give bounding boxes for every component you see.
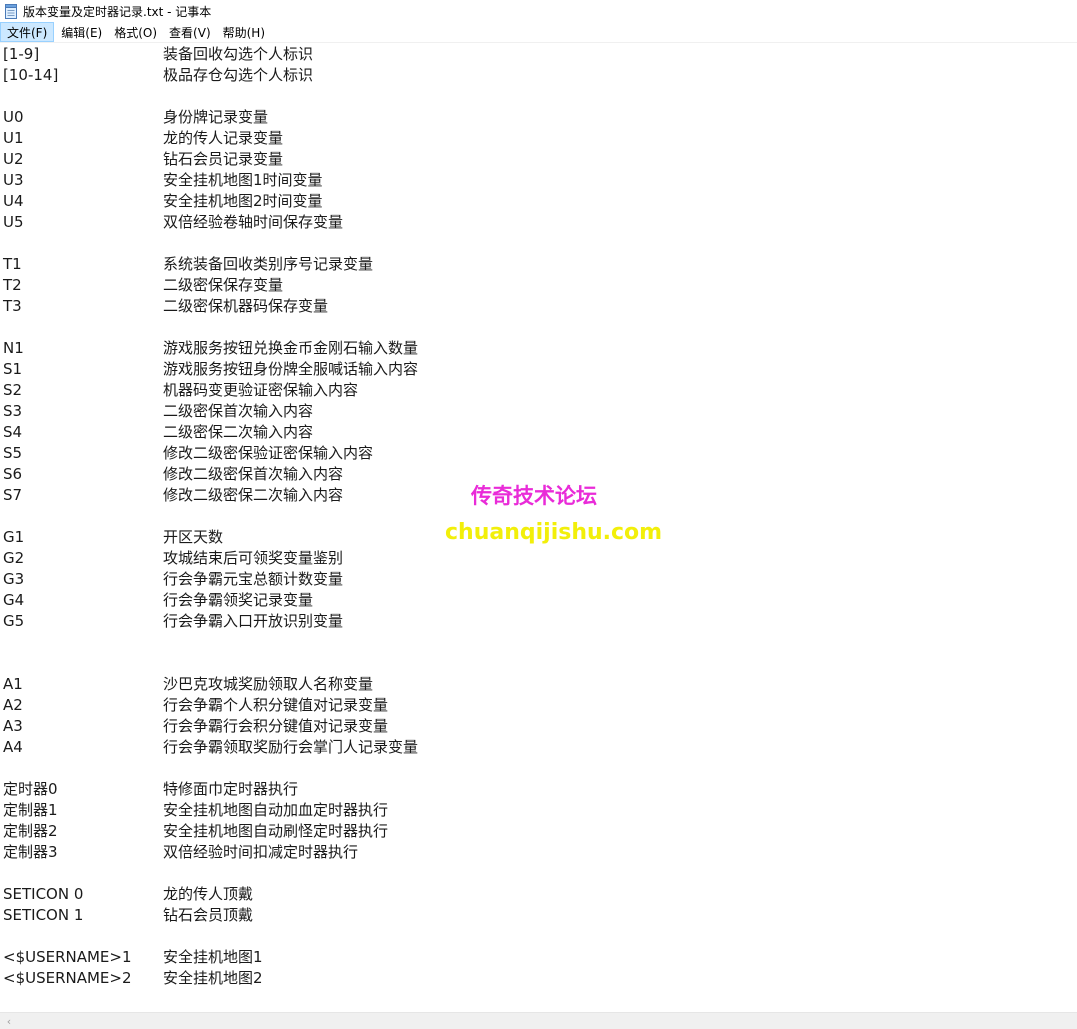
line-value: 装备回收勾选个人标识: [163, 45, 314, 63]
line-value: 龙的传人顶戴: [163, 885, 254, 903]
line-key: A2: [3, 696, 23, 714]
line-value: 机器码变更验证密保输入内容: [163, 381, 359, 399]
line-key: A3: [3, 717, 23, 735]
line-key: G2: [3, 549, 25, 567]
menu-bar: 文件(F) 编辑(E) 格式(O) 查看(V) 帮助(H): [0, 22, 1077, 43]
notepad-icon: [4, 3, 18, 19]
chevron-left-icon[interactable]: ‹: [2, 1014, 16, 1029]
line-key: U3: [3, 171, 24, 189]
line-value: 安全挂机地图1时间变量: [163, 171, 323, 189]
line-key: G1: [3, 528, 25, 546]
line-key: T2: [3, 276, 22, 294]
line-value: 龙的传人记录变量: [163, 129, 284, 147]
line-value: 二级密保首次输入内容: [163, 402, 314, 420]
horizontal-scrollbar[interactable]: ‹: [0, 1012, 1077, 1029]
menu-view[interactable]: 查看(V): [163, 22, 217, 42]
line-value: 行会争霸个人积分键值对记录变量: [163, 696, 389, 714]
menu-help[interactable]: 帮助(H): [217, 22, 271, 42]
line-value: 双倍经验卷轴时间保存变量: [163, 213, 344, 231]
line-value: 身份牌记录变量: [163, 108, 269, 126]
line-value: 游戏服务按钮兑换金币金刚石输入数量: [163, 339, 419, 357]
line-value: 行会争霸领奖记录变量: [163, 591, 314, 609]
line-value: 二级密保二次输入内容: [163, 423, 314, 441]
line-key: A4: [3, 738, 23, 756]
notepad-window: 版本变量及定时器记录.txt - 记事本 文件(F) 编辑(E) 格式(O) 查…: [0, 0, 1077, 1029]
line-key: S6: [3, 465, 23, 483]
line-key: G4: [3, 591, 25, 609]
line-value: 行会争霸入口开放识别变量: [163, 612, 344, 630]
line-key: <$USERNAME>1: [3, 948, 132, 966]
line-key: U1: [3, 129, 24, 147]
line-key: U0: [3, 108, 24, 126]
menu-format[interactable]: 格式(O): [108, 22, 163, 42]
menu-edit[interactable]: 编辑(E): [55, 22, 108, 42]
line-key: SETICON 1: [3, 906, 84, 924]
line-value: 游戏服务按钮身份牌全服喊话输入内容: [163, 360, 419, 378]
line-key: A1: [3, 675, 23, 693]
line-value: 钻石会员记录变量: [163, 150, 284, 168]
line-key: S3: [3, 402, 23, 420]
line-value: 修改二级密保验证密保输入内容: [163, 444, 374, 462]
line-value: 系统装备回收类别序号记录变量: [163, 255, 374, 273]
line-value: 攻城结束后可领奖变量鉴别: [163, 549, 344, 567]
menu-file[interactable]: 文件(F): [0, 22, 55, 42]
line-key: T3: [3, 297, 22, 315]
line-key: 定制器3: [3, 843, 58, 861]
line-key: [1-9]: [3, 45, 40, 63]
line-value: 开区天数: [163, 528, 224, 546]
line-value: 行会争霸行会积分键值对记录变量: [163, 717, 389, 735]
line-key: 定时器0: [3, 780, 58, 798]
watermark-title: 传奇技术论坛: [471, 484, 597, 508]
line-value: 安全挂机地图2时间变量: [163, 192, 323, 210]
line-key: <$USERNAME>2: [3, 969, 132, 987]
line-value: 钻石会员顶戴: [163, 906, 254, 924]
window-title: 版本变量及定时器记录.txt - 记事本: [23, 4, 212, 19]
line-key: G5: [3, 612, 25, 630]
watermark-url: chuanqijishu.com: [445, 520, 663, 545]
line-value: 行会争霸领取奖励行会掌门人记录变量: [163, 738, 419, 756]
line-key: [10-14]: [3, 66, 59, 84]
line-key: S4: [3, 423, 23, 441]
line-key: S7: [3, 486, 23, 504]
line-key: S1: [3, 360, 23, 378]
line-key: U5: [3, 213, 24, 231]
line-value: 二级密保保存变量: [163, 276, 284, 294]
line-value: 行会争霸元宝总额计数变量: [163, 570, 344, 588]
line-value: 安全挂机地图1: [163, 948, 263, 966]
line-key: G3: [3, 570, 25, 588]
line-key: 定制器2: [3, 822, 58, 840]
line-key: N1: [3, 339, 24, 357]
line-value: 安全挂机地图自动刷怪定时器执行: [163, 822, 389, 840]
line-value: 二级密保机器码保存变量: [163, 297, 329, 315]
line-value: 沙巴克攻城奖励领取人名称变量: [163, 675, 374, 693]
line-value: 安全挂机地图2: [163, 969, 263, 987]
line-key: S5: [3, 444, 23, 462]
line-key: U4: [3, 192, 24, 210]
line-key: S2: [3, 381, 23, 399]
line-key: 定制器1: [3, 801, 58, 819]
line-key: U2: [3, 150, 24, 168]
line-value: 修改二级密保二次输入内容: [163, 486, 344, 504]
line-value: 极品存仓勾选个人标识: [163, 66, 314, 84]
line-value: 安全挂机地图自动加血定时器执行: [163, 801, 389, 819]
line-key: T1: [3, 255, 22, 273]
title-bar[interactable]: 版本变量及定时器记录.txt - 记事本: [0, 0, 1077, 22]
line-value: 特修面巾定时器执行: [163, 780, 299, 798]
line-value: 修改二级密保首次输入内容: [163, 465, 344, 483]
line-key: SETICON 0: [3, 885, 84, 903]
line-value: 双倍经验时间扣减定时器执行: [163, 843, 359, 861]
